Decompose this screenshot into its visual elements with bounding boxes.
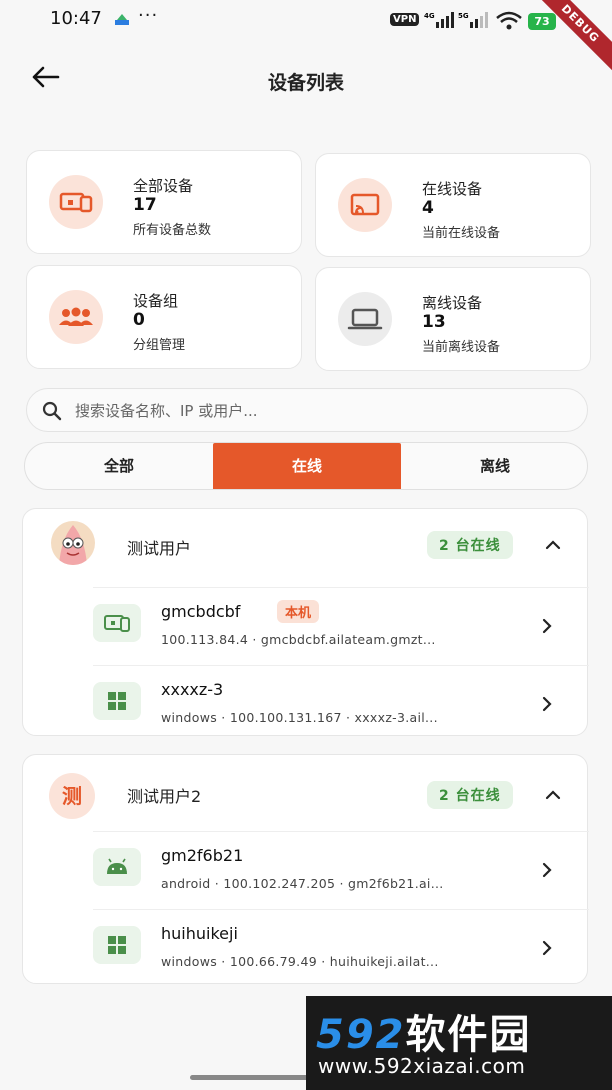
group-name: 测试用户2	[127, 787, 202, 806]
wifi-icon	[496, 11, 522, 30]
stat-card-all-devices[interactable]: 全部设备 17 所有设备总数	[26, 150, 302, 254]
status-more-dots: ···	[138, 5, 159, 26]
search-icon	[42, 401, 62, 421]
stat-value: 17	[133, 195, 157, 215]
stat-label: 离线设备	[422, 294, 483, 312]
device-meta: windows · 100.100.131.167 · xxxxz-3.ail.…	[161, 710, 438, 725]
chevron-up-icon[interactable]	[545, 539, 561, 551]
watermark-url: www.592xiazai.com	[318, 1054, 526, 1078]
group-header[interactable]: 测试用户 2 台在线	[23, 509, 589, 583]
tab-offline[interactable]: 离线	[401, 443, 587, 489]
chevron-right-icon	[542, 696, 552, 712]
chevron-up-icon[interactable]	[545, 789, 561, 801]
status-bar: 10:47 ··· VPN 4G 5G 73 DEBUG	[0, 0, 612, 74]
device-name: gmcbdcbf	[161, 602, 241, 621]
stat-value: 13	[422, 312, 446, 332]
app-notification-icon	[115, 14, 129, 25]
patrick-avatar	[51, 521, 95, 565]
group-header[interactable]: 测 测试用户2 2 台在线	[23, 755, 589, 829]
signal-4g-icon: 4G	[424, 12, 454, 28]
signal-5g-icon: 5G	[458, 12, 488, 28]
online-count-badge: 2 台在线	[427, 531, 513, 559]
online-count-badge: 2 台在线	[427, 781, 513, 809]
svg-text:4G: 4G	[424, 12, 435, 20]
battery-icon: 73	[528, 13, 556, 30]
group-avatar: 测	[49, 773, 95, 819]
device-meta: 100.113.84.4 · gmcbdcbf.ailateam.gmzt...	[161, 632, 436, 647]
search-input[interactable]	[75, 398, 555, 424]
filter-tabs: 全部 在线 离线	[24, 442, 588, 490]
tab-online[interactable]: 在线	[213, 443, 401, 489]
page-title: 设备列表	[267, 72, 344, 94]
devices-icon	[49, 175, 103, 229]
group-icon	[49, 290, 103, 344]
status-time: 10:47	[50, 8, 102, 29]
stat-value: 4	[422, 198, 434, 218]
device-row[interactable]: gm2f6b21 android · 100.102.247.205 · gm2…	[93, 831, 589, 909]
stat-card-device-groups[interactable]: 设备组 0 分组管理	[26, 265, 302, 369]
watermark-logo: 592软件园	[316, 1002, 532, 1060]
device-row[interactable]: xxxxz-3 windows · 100.100.131.167 · xxxx…	[93, 665, 589, 743]
search-bar[interactable]	[26, 388, 588, 432]
device-group-card: 测试用户 2 台在线 gmcbdcbf 本机 100.113.84.4 · gm…	[22, 508, 589, 736]
stat-sub: 所有设备总数	[133, 223, 212, 238]
stat-sub: 当前在线设备	[422, 226, 501, 241]
group-name: 测试用户	[127, 539, 192, 558]
device-row[interactable]: huihuikeji windows · 100.66.79.49 · huih…	[93, 909, 589, 987]
stat-sub: 分组管理	[133, 338, 186, 353]
stat-card-online-devices[interactable]: 在线设备 4 当前在线设备	[315, 153, 591, 257]
stat-card-offline-devices[interactable]: 离线设备 13 当前离线设备	[315, 267, 591, 371]
device-name: gm2f6b21	[161, 846, 244, 865]
home-indicator	[190, 1075, 310, 1080]
chevron-right-icon	[542, 940, 552, 956]
windows-icon	[93, 682, 141, 720]
windows-icon	[93, 926, 141, 964]
devices-icon	[93, 604, 141, 642]
watermark-logo-number: 592	[316, 1012, 406, 1058]
android-icon	[93, 848, 141, 886]
chevron-right-icon	[542, 618, 552, 634]
device-meta: windows · 100.66.79.49 · huihuikeji.aila…	[161, 954, 439, 969]
local-device-badge: 本机	[277, 600, 320, 623]
laptop-icon	[338, 292, 392, 346]
device-name: xxxxz-3	[161, 680, 224, 699]
stat-label: 全部设备	[133, 177, 194, 195]
svg-text:5G: 5G	[458, 12, 469, 20]
device-row[interactable]: gmcbdcbf 本机 100.113.84.4 · gmcbdcbf.aila…	[93, 587, 589, 665]
device-group-card: 测 测试用户2 2 台在线 gm2f6b21 android · 100.102…	[22, 754, 589, 987]
watermark-logo-text: 软件园	[405, 1012, 532, 1058]
cast-icon	[338, 178, 392, 232]
stat-label: 在线设备	[422, 180, 483, 198]
stat-label: 设备组	[133, 292, 179, 310]
device-meta: android · 100.102.247.205 · gm2f6b21.ai.…	[161, 876, 444, 891]
device-name: huihuikeji	[161, 924, 238, 943]
vpn-icon: VPN	[390, 13, 420, 26]
site-watermark: 592软件园 www.592xiazai.com	[306, 996, 612, 1090]
stat-sub: 当前离线设备	[422, 340, 501, 355]
stat-value: 0	[133, 310, 145, 330]
tab-all[interactable]: 全部	[25, 443, 213, 489]
chevron-right-icon	[542, 862, 552, 878]
debug-banner: DEBUG	[530, 0, 612, 74]
